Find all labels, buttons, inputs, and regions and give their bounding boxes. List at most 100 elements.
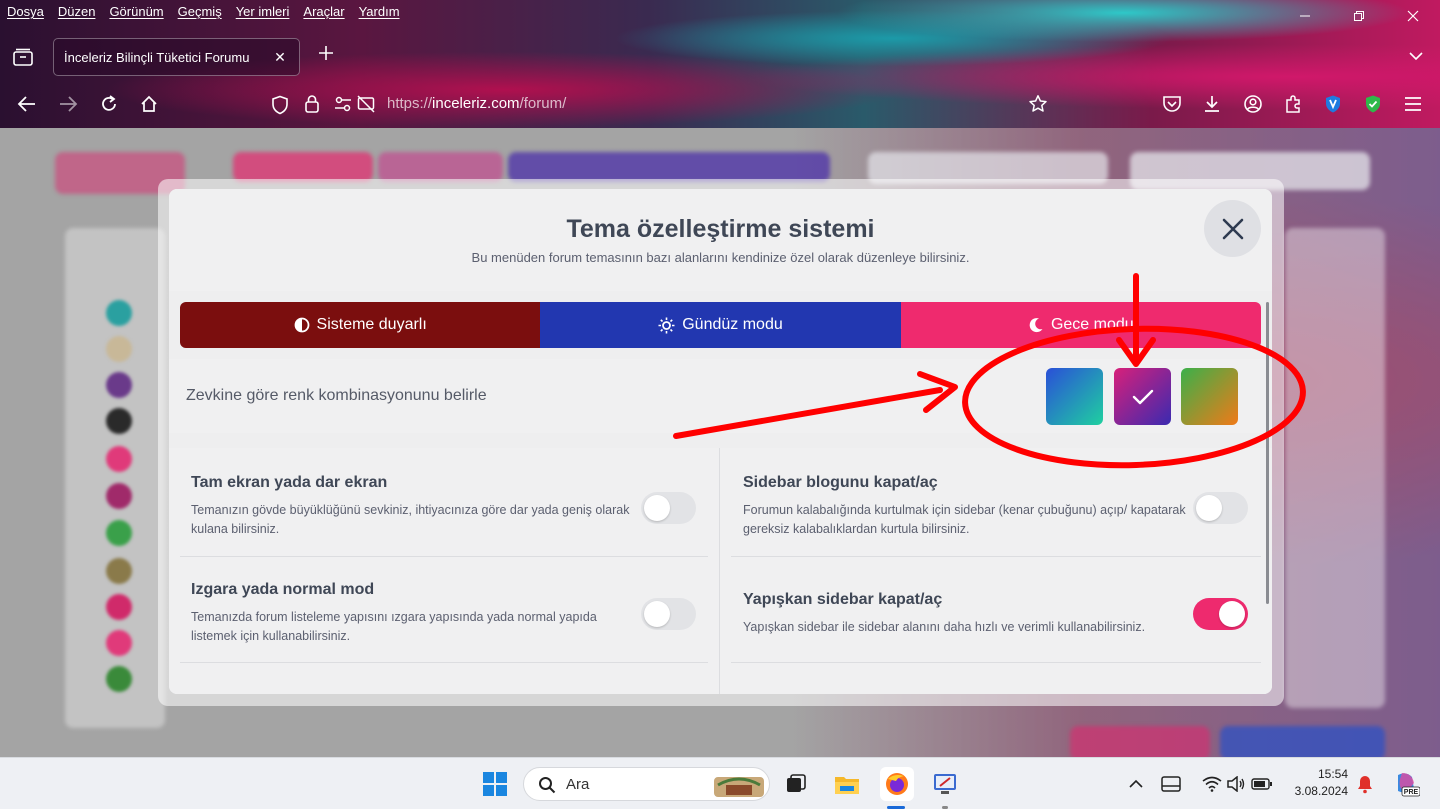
screen-capture-icon: [934, 774, 956, 794]
list-all-tabs-button[interactable]: [1404, 44, 1428, 68]
window-close-button[interactable]: [1386, 0, 1440, 32]
account-icon: [1244, 95, 1262, 113]
menu-gecmis[interactable]: Geçmiş: [178, 0, 222, 24]
mode-night-button[interactable]: Gece modu: [900, 302, 1261, 348]
column-divider: [719, 448, 720, 694]
search-highlight-image: [714, 777, 764, 797]
avatar: [106, 300, 132, 326]
setting-description: Temanızın gövde büyüklüğünü sevkiniz, ih…: [191, 503, 630, 536]
menu-araclar[interactable]: Araçlar: [303, 0, 344, 24]
minimize-button[interactable]: [1278, 0, 1332, 32]
swatch-green-orange[interactable]: [1181, 368, 1238, 425]
svg-text:PRE: PRE: [1404, 789, 1419, 796]
menu-dosya[interactable]: Dosya: [7, 0, 44, 24]
setting-title: Tam ekran yada dar ekran: [191, 474, 388, 491]
permissions-icon[interactable]: [334, 96, 352, 112]
copilot-icon: PRE: [1398, 773, 1420, 797]
downloads-button[interactable]: [1200, 92, 1224, 116]
account-button[interactable]: [1241, 92, 1265, 116]
pocket-button[interactable]: [1160, 92, 1184, 116]
settings-grid: Tam ekran yada dar ekran Temanızın gövde…: [169, 448, 1272, 694]
task-view-icon: [787, 774, 806, 792]
new-tab-button[interactable]: [314, 44, 338, 68]
sun-icon: [658, 317, 675, 333]
app-menu-button[interactable]: [1401, 92, 1425, 116]
forward-button[interactable]: [56, 92, 80, 116]
chevron-up-icon: [1129, 779, 1143, 788]
avatar: [106, 520, 132, 546]
snipping-tool-button[interactable]: [929, 768, 961, 800]
folder-tabs-icon: [13, 48, 33, 66]
mode-day-button[interactable]: Gündüz modu: [540, 302, 901, 348]
sticky-sidebar-toggle[interactable]: [1193, 598, 1248, 630]
browser-chrome: Dosya Düzen Görünüm Geçmiş Yer imleri Ar…: [0, 0, 1440, 128]
restore-icon: [1354, 11, 1364, 21]
tab-list-button[interactable]: [10, 44, 36, 70]
color-combination-label: Zevkine göre renk kombinasyonunu belirle: [186, 387, 487, 404]
avatar: [106, 594, 132, 620]
show-hidden-icons-button[interactable]: [1120, 768, 1152, 800]
adblock-extension-button[interactable]: [1361, 92, 1385, 116]
screen-share-blocked-icon[interactable]: [357, 95, 375, 113]
clock-time: 15:54: [1317, 767, 1348, 781]
reload-button[interactable]: [97, 92, 121, 116]
url-bar[interactable]: https://inceleriz.com/forum/: [262, 86, 1062, 122]
bookmark-star-icon[interactable]: [1028, 94, 1048, 114]
mode-system-button[interactable]: Sisteme duyarlı: [180, 302, 541, 348]
nav-bar: https://inceleriz.com/forum/: [0, 82, 1440, 126]
modal-close-button[interactable]: [1204, 200, 1261, 257]
home-button[interactable]: [137, 92, 161, 116]
clock[interactable]: 15:54 3.08.2024: [1280, 766, 1348, 800]
swatch-pink-purple[interactable]: [1114, 368, 1171, 425]
setting-title: Izgara yada normal mod: [191, 581, 375, 598]
green-shield-icon: [1366, 95, 1380, 113]
bg-column: [1285, 228, 1385, 708]
modal-scrollbar[interactable]: [1266, 302, 1269, 604]
battery-icon: [1251, 778, 1272, 790]
task-view-button[interactable]: [780, 768, 812, 800]
notifications-button[interactable]: [1349, 768, 1381, 800]
back-button[interactable]: [15, 92, 39, 116]
close-icon: [1222, 218, 1243, 239]
battery-button[interactable]: [1246, 768, 1278, 800]
menu-gorunum[interactable]: Görünüm: [109, 0, 163, 24]
vpn-extension-button[interactable]: [1321, 92, 1345, 116]
tab-close-icon[interactable]: ✕: [271, 49, 289, 66]
avatar: [106, 666, 132, 692]
modal-header: Tema özelleştirme sistemi Bu menüden for…: [169, 189, 1272, 291]
avatar: [106, 630, 132, 656]
active-tab[interactable]: İnceleriz Bilinçli Tüketici Forumu ✕: [53, 38, 300, 76]
home-icon: [141, 95, 157, 112]
menu-yardim[interactable]: Yardım: [359, 0, 400, 24]
blue-shield-icon: [1326, 95, 1340, 113]
mode-system-label: Sisteme duyarlı: [316, 316, 427, 333]
shield-icon[interactable]: [271, 95, 289, 115]
nav-pill: [378, 152, 503, 182]
folder-icon: [835, 777, 859, 794]
sidebar-toggle[interactable]: [1193, 492, 1248, 524]
chevron-down-icon: [1409, 52, 1423, 61]
tray-app-button[interactable]: [1155, 768, 1187, 800]
toggle-knob: [1219, 601, 1245, 627]
menu-duzen[interactable]: Düzen: [58, 0, 96, 24]
window-controls: [1278, 0, 1440, 32]
fullscreen-toggle[interactable]: [641, 492, 696, 524]
hamburger-menu-icon: [1405, 97, 1421, 111]
lock-icon[interactable]: [304, 94, 320, 114]
toggle-knob: [1196, 495, 1222, 521]
setting-description: Temanızda forum listeleme yapısını ızgar…: [191, 610, 597, 643]
copilot-button[interactable]: PRE: [1390, 768, 1422, 800]
file-explorer-button[interactable]: [831, 768, 863, 800]
start-button[interactable]: [479, 768, 511, 800]
taskbar-search[interactable]: Ara: [523, 767, 770, 801]
menu-yer-imleri[interactable]: Yer imleri: [236, 0, 290, 24]
firefox-taskbar-button[interactable]: [880, 767, 914, 801]
avatar: [106, 483, 132, 509]
bg-button: [1070, 726, 1210, 760]
url-text: https://inceleriz.com/forum/: [387, 95, 566, 112]
restore-button[interactable]: [1332, 0, 1386, 32]
swatch-blue-green[interactable]: [1046, 368, 1103, 425]
setting-description: Yapışkan sidebar ile sidebar alanını dah…: [743, 620, 1146, 634]
extensions-button[interactable]: [1281, 92, 1305, 116]
grid-mode-toggle[interactable]: [641, 598, 696, 630]
